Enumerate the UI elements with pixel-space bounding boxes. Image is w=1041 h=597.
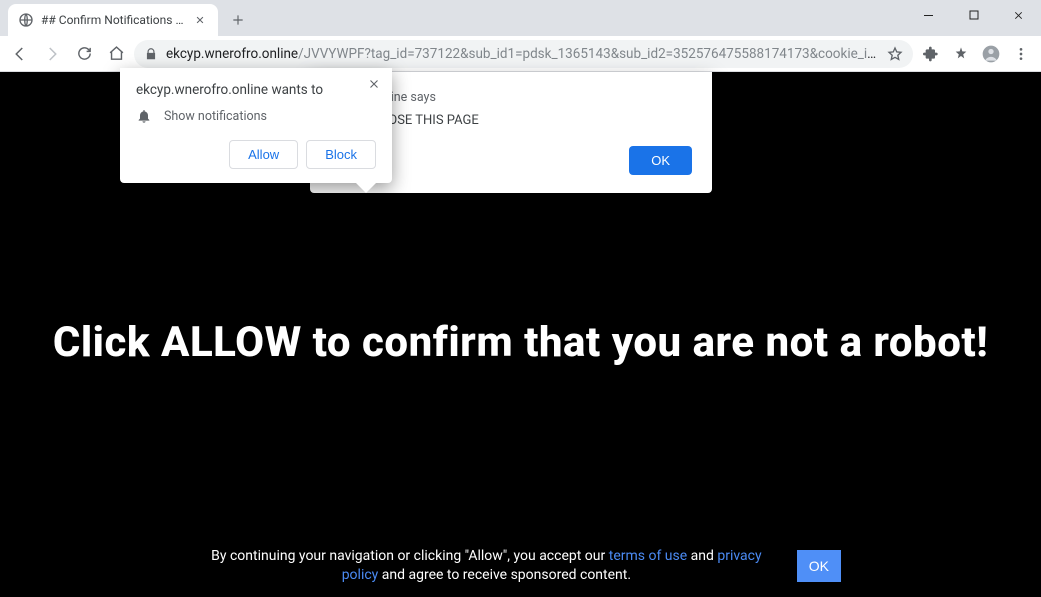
toolbar-right — [917, 40, 1035, 68]
maximize-button[interactable] — [951, 0, 996, 30]
url-path: /JVVYWPF?tag_id=737122&sub_id1=pdsk_1365… — [298, 46, 879, 62]
permission-row: Show notifications — [136, 108, 376, 124]
profile-button[interactable] — [977, 40, 1005, 68]
alert-ok-button[interactable]: OK — [629, 146, 692, 175]
bookmark-star-icon[interactable] — [887, 46, 903, 62]
reload-button[interactable] — [70, 40, 98, 68]
minimize-button[interactable] — [906, 0, 951, 30]
permission-label: Show notifications — [164, 109, 267, 124]
consent-bar: By continuing your navigation or clickin… — [0, 547, 1041, 585]
new-tab-button[interactable] — [224, 6, 252, 34]
robot-check-heading: Click ALLOW to confirm that you are not … — [0, 318, 1041, 367]
consent-prefix: By continuing your navigation or clickin… — [211, 548, 609, 564]
back-button[interactable] — [6, 40, 34, 68]
permission-origin: ekcyp.wnerofro.online wants to — [136, 82, 376, 98]
extensions-button[interactable] — [917, 40, 945, 68]
consent-suffix: and agree to receive sponsored content. — [378, 567, 631, 583]
consent-text: By continuing your navigation or clickin… — [200, 547, 773, 585]
bell-icon — [136, 108, 152, 124]
permission-close-button[interactable] — [364, 74, 384, 94]
address-bar[interactable]: ekcyp.wnerofro.online/JVVYWPF?tag_id=737… — [134, 40, 913, 68]
url-text: ekcyp.wnerofro.online/JVVYWPF?tag_id=737… — [166, 46, 879, 62]
notification-permission-popup: ekcyp.wnerofro.online wants to Show noti… — [120, 68, 392, 183]
consent-ok-button[interactable]: OK — [797, 550, 841, 582]
terms-of-use-link[interactable]: terms of use — [609, 548, 687, 564]
extension-icon[interactable] — [947, 40, 975, 68]
menu-button[interactable] — [1007, 40, 1035, 68]
home-button[interactable] — [102, 40, 130, 68]
page-content: nerofro.online says OW TO CLOSE THIS PAG… — [0, 72, 1041, 597]
window-controls — [906, 0, 1041, 30]
forward-button[interactable] — [38, 40, 66, 68]
titlebar: ## Confirm Notifications ## — [0, 0, 1041, 36]
block-button[interactable]: Block — [306, 140, 376, 169]
url-domain: ekcyp.wnerofro.online — [166, 46, 298, 62]
consent-and: and — [687, 548, 717, 564]
browser-tab[interactable]: ## Confirm Notifications ## — [8, 4, 218, 36]
browser-toolbar: ekcyp.wnerofro.online/JVVYWPF?tag_id=737… — [0, 36, 1041, 72]
close-window-button[interactable] — [996, 0, 1041, 30]
tab-title: ## Confirm Notifications ## — [41, 13, 185, 27]
allow-button[interactable]: Allow — [229, 140, 298, 169]
tab-close-button[interactable] — [192, 12, 208, 28]
tabstrip: ## Confirm Notifications ## — [0, 0, 252, 36]
lock-icon — [144, 47, 158, 61]
globe-icon — [18, 12, 34, 28]
